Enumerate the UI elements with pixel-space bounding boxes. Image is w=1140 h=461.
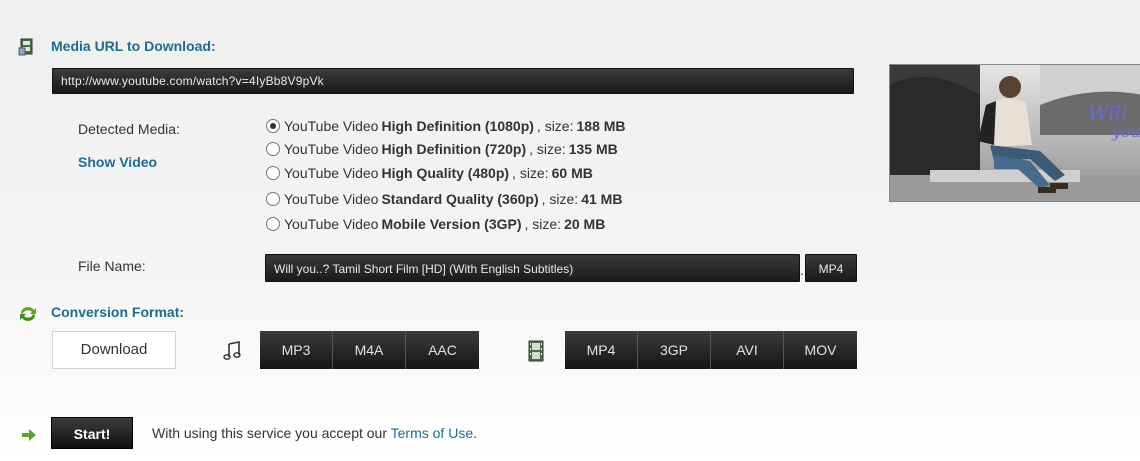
media-option-3gp[interactable]: YouTube Video Mobile Version (3GP) , siz… [266, 213, 608, 235]
terms-prefix: With using this service you accept our [152, 425, 391, 441]
option-prefix: YouTube Video [284, 191, 379, 207]
svg-text:you?: you? [1111, 122, 1140, 141]
option-prefix: YouTube Video [284, 165, 379, 181]
option-size: 135 MB [568, 141, 618, 157]
option-size-label: , size: [536, 118, 574, 134]
refresh-arrows-icon [18, 305, 38, 323]
option-size-label: , size: [524, 216, 562, 232]
radio-button[interactable] [266, 119, 280, 133]
format-mp3-button[interactable]: MP3 [260, 331, 333, 369]
file-extension-field[interactable]: MP4 [805, 254, 857, 282]
media-url-icon [18, 38, 36, 56]
radio-button[interactable] [266, 217, 280, 231]
terms-of-use-link[interactable]: Terms of Use [391, 425, 473, 441]
start-button[interactable]: Start! [51, 417, 133, 449]
music-note-icon [222, 341, 242, 361]
media-url-title: Media URL to Download: [51, 38, 216, 54]
media-option-1080p[interactable]: YouTube Video High Definition (1080p) , … [266, 115, 629, 137]
video-format-group: MP4 3GP AVI MOV [565, 331, 857, 369]
option-prefix: YouTube Video [284, 216, 379, 232]
audio-format-group: MP3 M4A AAC [260, 331, 479, 369]
media-option-480p[interactable]: YouTube Video High Quality (480p) , size… [266, 162, 596, 184]
format-mp4-button[interactable]: MP4 [565, 331, 638, 369]
option-quality: Standard Quality (360p) [381, 191, 539, 207]
conversion-format-title: Conversion Format: [51, 304, 185, 320]
option-size-label: , size: [541, 191, 579, 207]
show-video-link[interactable]: Show Video [78, 154, 157, 170]
media-option-360p[interactable]: YouTube Video Standard Quality (360p) , … [266, 188, 625, 210]
option-prefix: YouTube Video [284, 118, 379, 134]
terms-notice: With using this service you accept our T… [152, 425, 477, 441]
option-size-label: , size: [529, 141, 566, 157]
option-quality: High Quality (480p) [381, 165, 510, 181]
detected-media-label: Detected Media: [78, 121, 180, 137]
film-strip-icon [528, 340, 544, 362]
radio-button[interactable] [266, 166, 280, 180]
option-size: 41 MB [581, 191, 623, 207]
option-size-label: , size: [512, 165, 549, 181]
format-mov-button[interactable]: MOV [784, 331, 857, 369]
option-quality: Mobile Version (3GP) [381, 216, 522, 232]
option-prefix: YouTube Video [284, 141, 379, 157]
format-aac-button[interactable]: AAC [406, 331, 479, 369]
media-option-720p[interactable]: YouTube Video High Definition (720p) , s… [266, 138, 621, 160]
option-size: 188 MB [576, 118, 626, 134]
radio-button[interactable] [266, 192, 280, 206]
file-extension-separator: . [800, 262, 804, 278]
option-size: 60 MB [551, 165, 593, 181]
arrow-right-icon [22, 428, 36, 441]
option-size: 20 MB [564, 216, 606, 232]
option-quality: High Definition (1080p) [381, 118, 534, 134]
format-avi-button[interactable]: AVI [711, 331, 784, 369]
option-quality: High Definition (720p) [381, 141, 527, 157]
file-name-input[interactable]: Will you..? Tamil Short Film [HD] (With … [265, 254, 800, 282]
format-m4a-button[interactable]: M4A [333, 331, 406, 369]
radio-button[interactable] [266, 142, 280, 156]
file-name-label: File Name: [78, 258, 146, 274]
video-thumbnail: Will you? [889, 64, 1140, 202]
format-3gp-button[interactable]: 3GP [638, 331, 711, 369]
terms-suffix: . [473, 425, 477, 441]
media-url-input[interactable]: http://www.youtube.com/watch?v=4IyBb8V9p… [52, 68, 854, 94]
film-icon [18, 38, 33, 56]
download-button[interactable]: Download [52, 331, 176, 369]
